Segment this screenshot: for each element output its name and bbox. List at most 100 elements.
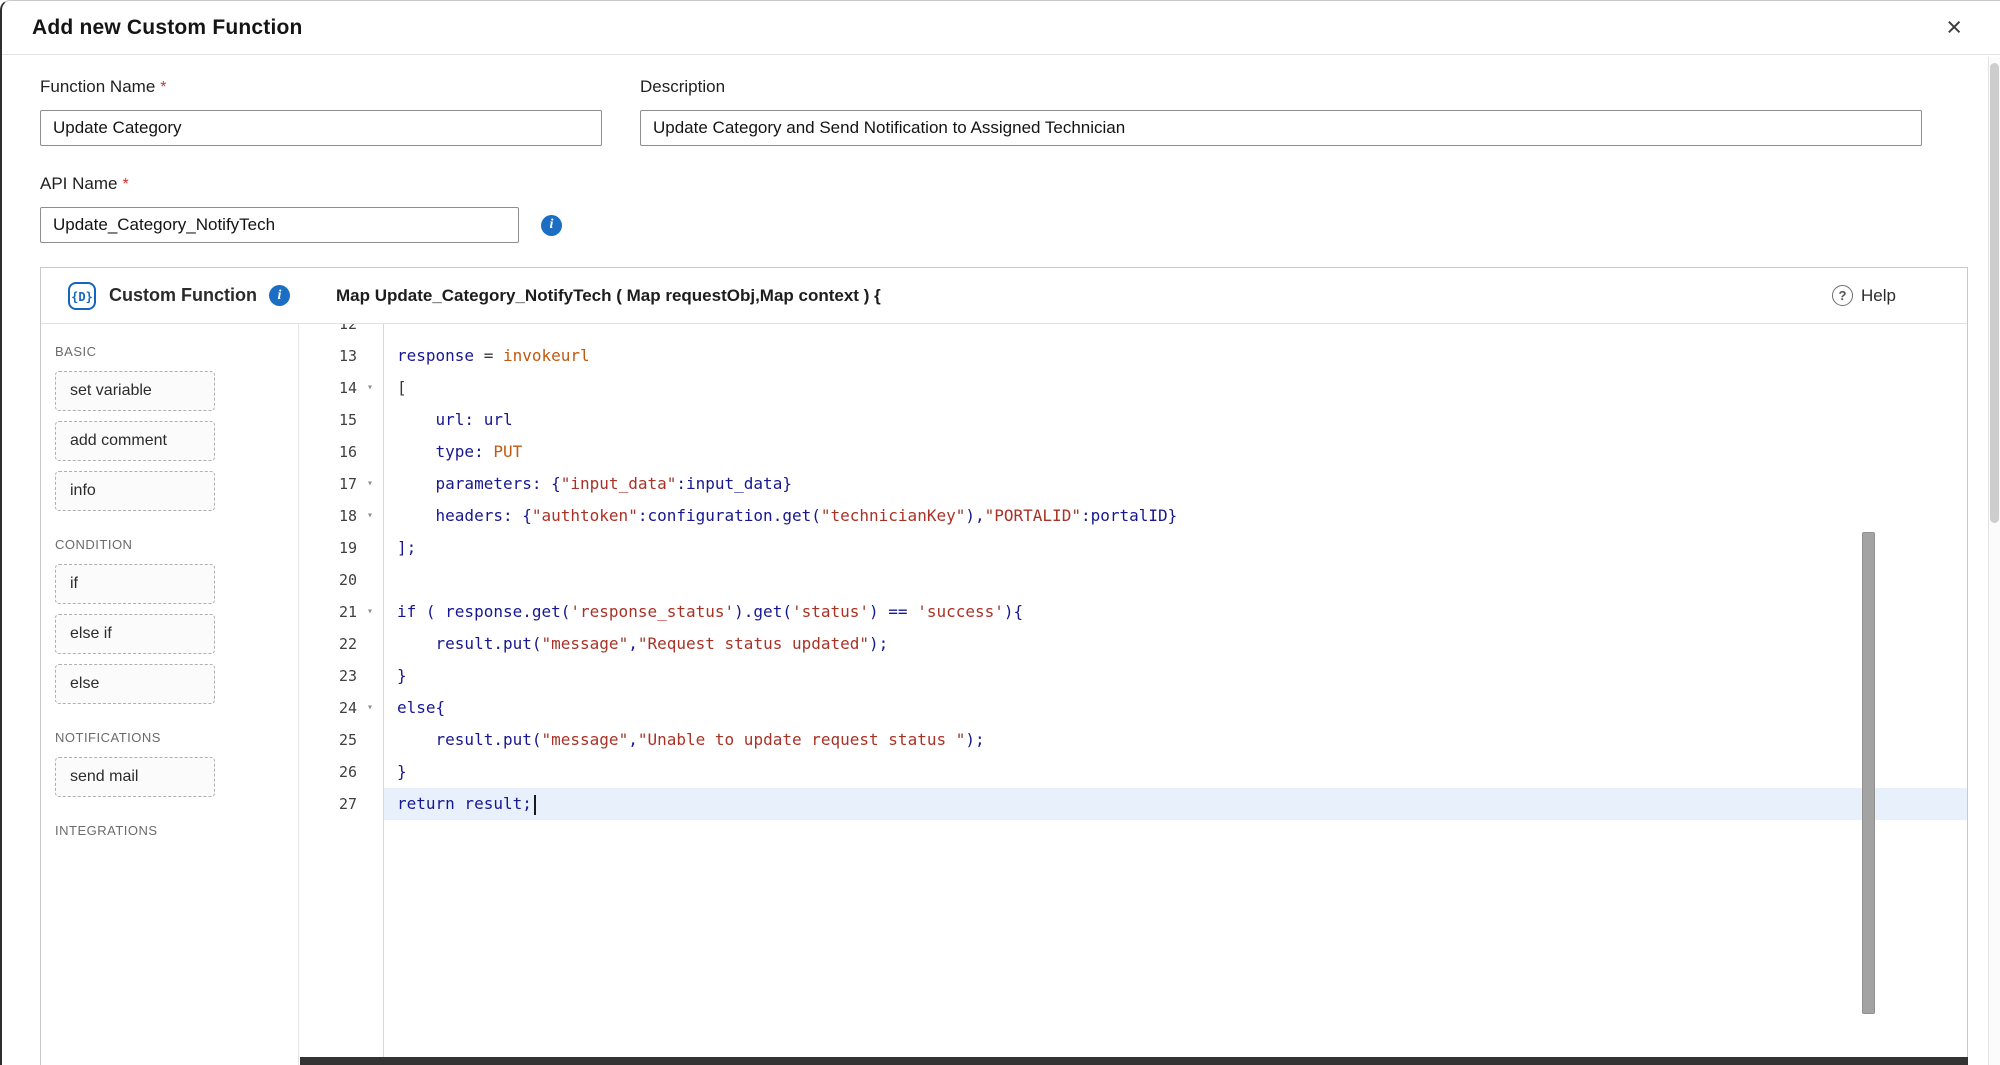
sidebar-item-else[interactable]: else — [55, 664, 215, 704]
line-number: 26 — [299, 756, 357, 788]
editor-scrollbar-thumb[interactable] — [1862, 532, 1875, 1014]
code-line[interactable]: 24▾else{ — [299, 692, 1967, 724]
function-name-label: Function Name* — [40, 77, 602, 97]
code-lines: 1213response = invokeurl14▾[15 url: url1… — [299, 324, 1967, 820]
fold-arrow-icon[interactable]: ▾ — [357, 500, 383, 532]
info-icon[interactable]: i — [269, 285, 290, 306]
code-line[interactable]: 18▾ headers: {"authtoken":configuration.… — [299, 500, 1967, 532]
line-content[interactable]: headers: {"authtoken":configuration.get(… — [383, 500, 1967, 532]
code-line[interactable]: 12 — [299, 324, 1967, 340]
sidebar-section-heading: CONDITION — [55, 537, 298, 552]
line-content[interactable]: } — [383, 756, 1967, 788]
code-line[interactable]: 19]; — [299, 532, 1967, 564]
line-content[interactable]: ]; — [383, 532, 1967, 564]
line-content[interactable]: else{ — [383, 692, 1967, 724]
gutter-separator — [383, 324, 384, 1065]
sidebar-item-info[interactable]: info — [55, 471, 215, 511]
code-line[interactable]: 14▾[ — [299, 372, 1967, 404]
line-number: 19 — [299, 532, 357, 564]
code-line[interactable]: 23} — [299, 660, 1967, 692]
line-content[interactable]: result.put("message","Unable to update r… — [383, 724, 1967, 756]
add-custom-function-dialog: Add new Custom Function × Function Name*… — [0, 0, 2000, 1065]
editor-header: {D} Custom Function i Map Update_Categor… — [41, 268, 1967, 324]
page-scrollbar-thumb[interactable] — [1990, 63, 1999, 523]
line-content[interactable] — [383, 324, 1967, 340]
sidebar-item-set-variable[interactable]: set variable — [55, 371, 215, 411]
line-number: 17 — [299, 468, 357, 500]
sidebar-sections: BASIC set variable add comment info CONDITIO… — [41, 344, 298, 838]
line-content[interactable]: if ( response.get('response_status').get… — [383, 596, 1967, 628]
close-icon[interactable]: × — [1946, 14, 1962, 41]
description-label: Description — [640, 77, 1922, 97]
editor-title: Custom Function — [109, 285, 257, 306]
sidebar-item-add-comment[interactable]: add comment — [55, 421, 215, 461]
code-line[interactable]: 16 type: PUT — [299, 436, 1967, 468]
function-name-label-text: Function Name — [40, 77, 155, 96]
line-content[interactable]: return result; — [383, 788, 1967, 820]
line-number: 27 — [299, 788, 357, 820]
fold-arrow-icon[interactable]: ▾ — [357, 692, 383, 724]
line-number: 23 — [299, 660, 357, 692]
fold-spacer — [357, 628, 383, 660]
text-cursor — [534, 795, 536, 815]
help-button[interactable]: ?Help — [1832, 285, 1896, 306]
dialog-header: Add new Custom Function × — [2, 1, 2000, 55]
line-number: 18 — [299, 500, 357, 532]
snippet-sidebar: BASIC set variable add comment info CONDITIO… — [41, 324, 299, 1065]
form-area: Function Name* Description API Name * i — [2, 55, 2000, 243]
fold-spacer — [357, 564, 383, 596]
code-line[interactable]: 20 — [299, 564, 1967, 596]
line-content[interactable]: response = invokeurl — [383, 340, 1967, 372]
sidebar-section-heading: INTEGRATIONS — [55, 823, 298, 838]
fold-arrow-icon[interactable]: ▾ — [357, 468, 383, 500]
line-content[interactable]: result.put("message","Request status upd… — [383, 628, 1967, 660]
sidebar-item-else-if[interactable]: else if — [55, 614, 215, 654]
function-name-field: Function Name* — [40, 77, 602, 146]
line-content[interactable]: type: PUT — [383, 436, 1967, 468]
line-number: 15 — [299, 404, 357, 436]
editor-body: BASIC set variable add comment info CONDITIO… — [41, 324, 1967, 1065]
code-line[interactable]: 22 result.put("message","Request status … — [299, 628, 1967, 660]
fold-arrow-icon[interactable]: ▾ — [357, 372, 383, 404]
window-bottom-edge — [300, 1057, 1968, 1065]
page-scrollbar[interactable] — [1988, 57, 2000, 1065]
api-name-label-text: API Name — [40, 174, 117, 193]
required-asterisk: * — [122, 176, 128, 193]
line-number: 12 — [299, 324, 357, 340]
description-field: Description — [640, 77, 1922, 146]
code-line[interactable]: 27 return result; — [299, 788, 1967, 820]
sidebar-item-send-mail[interactable]: send mail — [55, 757, 215, 797]
line-content[interactable]: } — [383, 660, 1967, 692]
code-editor[interactable]: 1213response = invokeurl14▾[15 url: url1… — [299, 324, 1967, 1065]
custom-function-editor-panel: {D} Custom Function i Map Update_Categor… — [40, 267, 1968, 1065]
api-name-label: API Name * — [40, 174, 562, 194]
code-line[interactable]: 15 url: url — [299, 404, 1967, 436]
line-content[interactable]: [ — [383, 372, 1967, 404]
line-content[interactable]: parameters: {"input_data":input_data} — [383, 468, 1967, 500]
help-label: Help — [1861, 286, 1896, 306]
sidebar-section-heading: BASIC — [55, 344, 298, 359]
fold-arrow-icon[interactable]: ▾ — [357, 596, 383, 628]
code-line[interactable]: 25 result.put("message","Unable to updat… — [299, 724, 1967, 756]
api-name-input[interactable] — [40, 207, 519, 243]
function-name-input[interactable] — [40, 110, 602, 146]
fold-spacer — [357, 660, 383, 692]
code-line[interactable]: 13response = invokeurl — [299, 340, 1967, 372]
line-content[interactable] — [383, 564, 1967, 596]
fold-spacer — [357, 532, 383, 564]
code-line[interactable]: 17▾ parameters: {"input_data":input_data… — [299, 468, 1967, 500]
line-number: 16 — [299, 436, 357, 468]
sidebar-section-heading: NOTIFICATIONS — [55, 730, 298, 745]
description-input[interactable] — [640, 110, 1922, 146]
api-name-field: API Name * i — [40, 174, 562, 243]
fold-spacer — [357, 340, 383, 372]
line-content[interactable]: url: url — [383, 404, 1967, 436]
code-line[interactable]: 26} — [299, 756, 1967, 788]
line-number: 25 — [299, 724, 357, 756]
fold-spacer — [357, 324, 383, 340]
line-number: 20 — [299, 564, 357, 596]
sidebar-item-if[interactable]: if — [55, 564, 215, 604]
info-icon[interactable]: i — [541, 215, 562, 236]
line-number: 24 — [299, 692, 357, 724]
code-line[interactable]: 21▾if ( response.get('response_status').… — [299, 596, 1967, 628]
